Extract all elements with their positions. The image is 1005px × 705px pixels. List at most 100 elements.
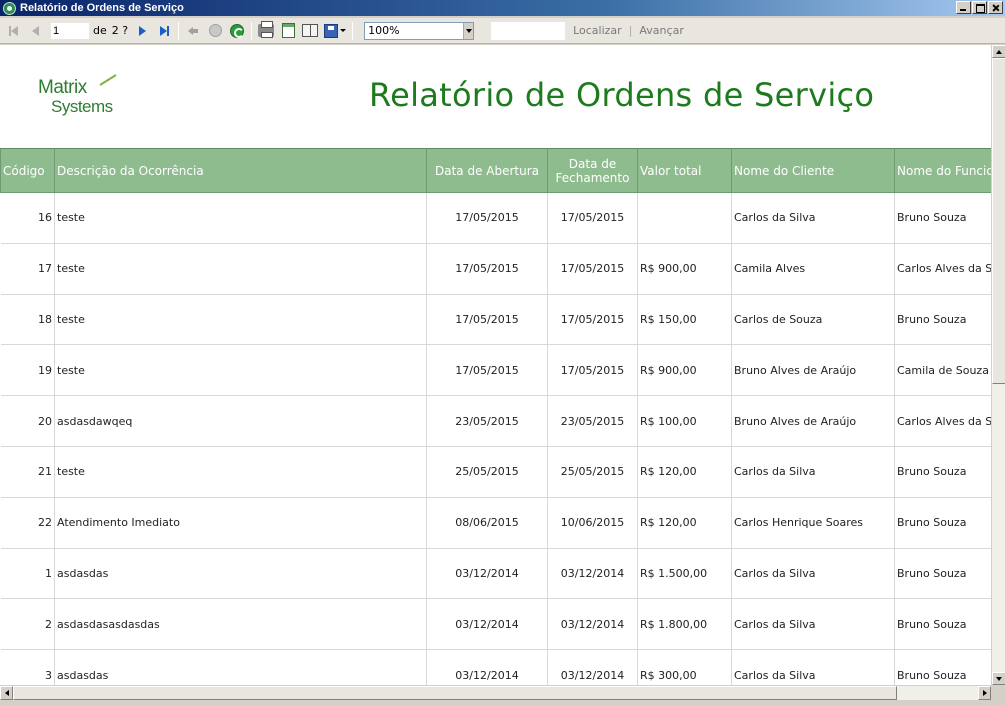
first-page-icon <box>8 25 18 36</box>
cell-data-abertura: 25/05/2015 <box>426 446 548 498</box>
table-row: 20 asdasdawqeq 23/05/2015 23/05/2015 R$ 100,… <box>0 395 991 447</box>
cell-codigo: 3 <box>0 649 55 685</box>
vertical-scroll-thumb[interactable] <box>992 58 1005 384</box>
cell-descricao: asdasdas <box>54 548 427 600</box>
last-page-icon <box>159 25 169 36</box>
print-layout-button[interactable] <box>278 21 298 41</box>
cell-descricao: Atendimento Imediato <box>54 497 427 549</box>
scroll-up-button[interactable] <box>992 45 1005 58</box>
maximize-button[interactable] <box>972 1 987 14</box>
arrow-left-icon <box>4 690 9 696</box>
print-layout-icon <box>281 23 295 38</box>
column-header-valor: Valor total <box>637 148 732 193</box>
cell-nome-cliente: Carlos da Silva <box>731 548 895 600</box>
cell-data-abertura: 17/05/2015 <box>426 294 548 346</box>
find-next-link[interactable]: Avançar <box>639 24 683 37</box>
back-arrow-icon <box>188 26 199 35</box>
cell-codigo: 20 <box>0 395 55 447</box>
table-row: 17 teste 17/05/2015 17/05/2015 R$ 900,00 Cami… <box>0 243 991 295</box>
cell-codigo: 22 <box>0 497 55 549</box>
cell-descricao: teste <box>54 294 427 346</box>
next-page-icon <box>138 25 146 36</box>
close-button[interactable] <box>988 1 1003 14</box>
stop-button[interactable] <box>205 21 225 41</box>
cell-nome-cliente: Camila Alves <box>731 243 895 295</box>
cell-codigo: 18 <box>0 294 55 346</box>
cell-data-fechamento: 17/05/2015 <box>547 294 638 346</box>
cell-data-fechamento: 03/12/2014 <box>547 548 638 600</box>
cell-codigo: 19 <box>0 344 55 397</box>
report-toolbar: de 2 ? 100% Localizar | Avançar <box>0 18 1005 44</box>
cell-descricao: asdasdasasdasdas <box>54 598 427 651</box>
cell-descricao: teste <box>54 344 427 397</box>
cell-data-fechamento: 17/05/2015 <box>547 192 638 244</box>
cell-data-fechamento: 03/12/2014 <box>547 649 638 685</box>
cell-valor-total: R$ 100,00 <box>637 395 732 447</box>
minimize-button[interactable] <box>956 1 971 14</box>
first-page-button[interactable] <box>3 21 23 41</box>
cell-valor-total: R$ 900,00 <box>637 243 732 295</box>
of-label: de <box>93 24 107 37</box>
company-logo: Matrix Systems <box>38 73 128 123</box>
refresh-button[interactable] <box>227 21 247 41</box>
column-header-funcionario: Nome do Funcionário <box>894 148 991 193</box>
back-button[interactable] <box>183 21 203 41</box>
table-row: 2 asdasdasasdasdas 03/12/2014 03/12/2014 R$ … <box>0 598 991 651</box>
find-text-input[interactable] <box>490 20 567 41</box>
scroll-down-button[interactable] <box>992 672 1005 685</box>
cell-valor-total: R$ 300,00 <box>637 649 732 685</box>
cell-nome-funcionario: Bruno Souza <box>894 446 991 498</box>
page-setup-button[interactable] <box>300 21 320 41</box>
table-row: 3 asdasdas 03/12/2014 03/12/2014 R$ 300,00 Ca… <box>0 649 991 685</box>
cell-codigo: 1 <box>0 548 55 600</box>
window-bottom-border <box>0 700 1005 705</box>
find-link[interactable]: Localizar <box>573 24 622 37</box>
page-setup-icon <box>302 24 319 37</box>
cell-descricao: teste <box>54 243 427 295</box>
table-row: 18 teste 17/05/2015 17/05/2015 R$ 150,00 Carl… <box>0 294 991 346</box>
scroll-left-button[interactable] <box>0 686 13 700</box>
cell-valor-total: R$ 120,00 <box>637 497 732 549</box>
cell-codigo: 2 <box>0 598 55 651</box>
last-page-button[interactable] <box>154 21 174 41</box>
export-button[interactable] <box>322 21 348 41</box>
print-button[interactable] <box>256 21 276 41</box>
find-next-separator: | <box>628 24 633 37</box>
cell-codigo: 16 <box>0 192 55 244</box>
toolbar-separator <box>251 21 253 40</box>
cell-valor-total: R$ 1.800,00 <box>637 598 732 651</box>
cell-nome-cliente: Carlos da Silva <box>731 192 895 244</box>
cell-nome-funcionario: Bruno Souza <box>894 497 991 549</box>
cell-data-abertura: 03/12/2014 <box>426 598 548 651</box>
cell-codigo: 21 <box>0 446 55 498</box>
column-header-codigo: Código <box>0 148 55 193</box>
cell-nome-cliente: Bruno Alves de Araújo <box>731 395 895 447</box>
report-viewer: Matrix Systems Relatório de Ordens de Se… <box>0 45 991 685</box>
scroll-right-button[interactable] <box>978 686 991 700</box>
next-page-button[interactable] <box>132 21 152 41</box>
horizontal-scroll-thumb[interactable] <box>13 686 897 700</box>
vertical-scrollbar[interactable] <box>991 45 1005 685</box>
previous-page-button[interactable] <box>25 21 45 41</box>
previous-page-icon <box>31 25 39 36</box>
app-icon <box>3 1 16 15</box>
cell-nome-cliente: Bruno Alves de Araújo <box>731 344 895 397</box>
cell-codigo: 17 <box>0 243 55 295</box>
cell-data-abertura: 03/12/2014 <box>426 649 548 685</box>
cell-data-fechamento: 03/12/2014 <box>547 598 638 651</box>
table-header-row: Código Descrição da Ocorrência Data de A… <box>0 148 991 193</box>
cell-nome-cliente: Carlos Henrique Soares <box>731 497 895 549</box>
cell-data-fechamento: 25/05/2015 <box>547 446 638 498</box>
total-pages-label: 2 ? <box>111 24 129 37</box>
cell-nome-funcionario: Carlos Alves da Silva <box>894 395 991 447</box>
zoom-select[interactable]: 100% <box>364 21 475 40</box>
logo-swoosh-icon <box>99 74 117 86</box>
table-row: 22 Atendimento Imediato 08/06/2015 10/06/20… <box>0 497 991 549</box>
zoom-dropdown-icon[interactable] <box>463 22 474 39</box>
horizontal-scrollbar[interactable] <box>0 685 991 700</box>
cell-nome-funcionario: Bruno Souza <box>894 598 991 651</box>
cell-descricao: asdasdawqeq <box>54 395 427 447</box>
cell-descricao: teste <box>54 192 427 244</box>
current-page-input[interactable] <box>50 21 90 40</box>
arrow-up-icon <box>996 49 1002 54</box>
